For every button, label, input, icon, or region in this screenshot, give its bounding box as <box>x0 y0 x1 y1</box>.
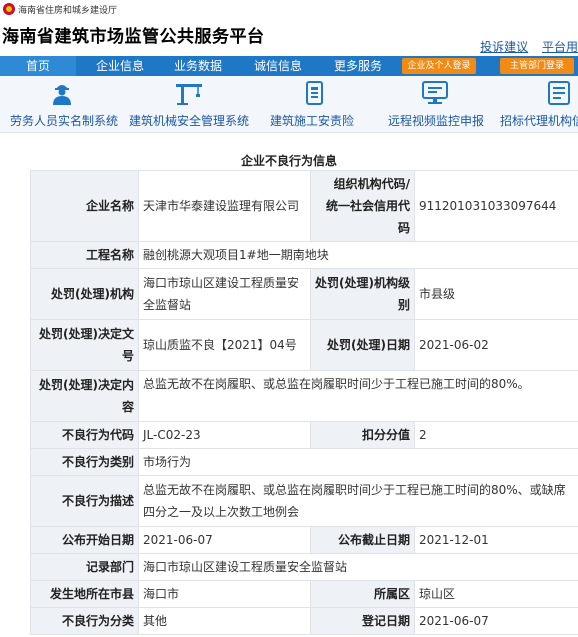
behavior-code-label: 不良行为代码 <box>30 421 139 449</box>
authority-level-label: 处罚(处理)机构级别 <box>310 268 415 320</box>
description-value: 总监无故不在岗履职、或总监在岗履职时间少于工程已施工时间的80%、或缺席四分之一… <box>138 475 578 527</box>
decision-no-label: 处罚(处理)决定文号 <box>30 319 139 371</box>
district-label: 所属区 <box>310 580 415 608</box>
company-name-label: 企业名称 <box>30 170 139 242</box>
org-code-value: 911201031033097644 <box>414 170 578 242</box>
site-title: 海南省建筑市场监管公共服务平台 <box>2 27 265 47</box>
city-value: 海口市 <box>138 580 311 608</box>
register-date-value: 2021-06-07 <box>414 607 578 635</box>
decision-content-label: 处罚(处理)决定内容 <box>30 370 139 422</box>
table-row: 工程名称 融创桃源大观项目1#地一期南地块 <box>30 241 578 269</box>
publish-start-value: 2021-06-07 <box>138 526 311 554</box>
table-row: 不良行为描述 总监无故不在岗履职、或总监在岗履职时间少于工程已施工时间的80%、… <box>30 475 578 527</box>
district-value: 琼山区 <box>414 580 578 608</box>
publish-start-label: 公布开始日期 <box>30 526 139 554</box>
category-label: 不良行为类别 <box>30 448 139 476</box>
authority-level-value: 市县级 <box>414 268 578 320</box>
emblem-icon <box>3 3 15 15</box>
quick-link-label: 劳务人员实名制系统 <box>10 114 119 128</box>
nav-credit-info[interactable]: 诚信信息 <box>248 56 308 76</box>
quick-link-label: 建筑机械安全管理系统 <box>129 114 250 128</box>
quick-link-label: 建筑施工安责险 <box>270 114 355 128</box>
quick-link-construction-insurance[interactable]: 建筑施工安责险 <box>254 76 374 132</box>
city-label: 发生地所在市县 <box>30 580 139 608</box>
top-links: 投诉建议 平台用 <box>470 38 578 55</box>
table-row: 处罚(处理)机构 海口市琼山区建设工程质量安全监督站 处罚(处理)机构级别 市县… <box>30 268 578 320</box>
nav-more-services[interactable]: 更多服务 <box>328 56 388 76</box>
record-dept-value: 海口市琼山区建设工程质量安全监督站 <box>138 553 578 581</box>
table-row: 企业名称 天津市华泰建设监理有限公司 组织机构代码/ 统一社会信用代码 9112… <box>30 170 578 242</box>
register-date-label: 登记日期 <box>310 607 415 635</box>
authority-value: 海口市琼山区建设工程质量安全监督站 <box>138 268 311 320</box>
quick-link-video-monitoring[interactable]: 远程视频监控申报 <box>374 76 494 132</box>
feedback-link[interactable]: 投诉建议 <box>480 40 528 54</box>
monitor-icon <box>422 81 448 104</box>
department-name: 海南省住房和城乡建设厅 <box>18 5 118 16</box>
quick-link-bidding-agency[interactable]: 招标代理机构信 <box>494 76 578 132</box>
table-row: 处罚(处理)决定文号 琼山质监不良【2021】04号 处罚(处理)日期 2021… <box>30 319 578 371</box>
misconduct-info-table: 企业名称 天津市华泰建设监理有限公司 组织机构代码/ 统一社会信用代码 9112… <box>30 170 578 635</box>
table-row: 不良行为分类 其他 登记日期 2021-06-07 <box>30 607 578 635</box>
decision-date-label: 处罚(处理)日期 <box>310 319 415 371</box>
site-header: 海南省住房和城乡建设厅 海南省建筑市场监管公共服务平台 投诉建议 平台用 <box>0 0 578 54</box>
decision-content-value: 总监无故不在岗履职、或总监在岗履职时间少于工程已施工时间的80%。 <box>138 370 578 422</box>
department-logo[interactable]: 海南省住房和城乡建设厅 <box>3 2 117 16</box>
org-code-label-line1: 组织机构代码/ <box>333 177 410 191</box>
publish-end-label: 公布截止日期 <box>310 526 415 554</box>
nav-business-data[interactable]: 业务数据 <box>168 56 228 76</box>
table-row: 记录部门 海口市琼山区建设工程质量安全监督站 <box>30 553 578 581</box>
company-name-value: 天津市华泰建设监理有限公司 <box>138 170 311 242</box>
org-code-label-line2: 统一社会信用代码 <box>325 199 410 235</box>
points-value: 2 <box>414 421 578 449</box>
quick-links-bar: 劳务人员实名制系统 建筑机械安全管理系统 建筑施工安责险 远程视频监控申报 招标… <box>0 76 578 133</box>
category-value: 市场行为 <box>138 448 578 476</box>
platform-user-link[interactable]: 平台用 <box>542 40 578 54</box>
authority-login-button[interactable]: 主管部门登录 <box>500 58 574 74</box>
main-nav: 首页 企业信息 业务数据 诚信信息 更多服务 企业及个人登录 主管部门登录 <box>0 56 578 76</box>
quick-link-machinery-safety[interactable]: 建筑机械安全管理系统 <box>124 76 254 132</box>
insurance-document-icon <box>306 81 323 105</box>
org-code-label: 组织机构代码/ 统一社会信用代码 <box>310 170 415 242</box>
behavior-class-label: 不良行为分类 <box>30 607 139 635</box>
crane-icon <box>176 84 202 105</box>
record-dept-label: 记录部门 <box>30 553 139 581</box>
decision-no-value: 琼山质监不良【2021】04号 <box>138 319 311 371</box>
table-row: 处罚(处理)决定内容 总监无故不在岗履职、或总监在岗履职时间少于工程已施工时间的… <box>30 370 578 422</box>
decision-date-value: 2021-06-02 <box>414 319 578 371</box>
behavior-code-value: JL-C02-23 <box>138 421 311 449</box>
publish-end-value: 2021-12-01 <box>414 526 578 554</box>
table-row: 公布开始日期 2021-06-07 公布截止日期 2021-12-01 <box>30 526 578 554</box>
nav-enterprise-info[interactable]: 企业信息 <box>90 56 150 76</box>
agency-document-icon <box>548 81 570 105</box>
project-label: 工程名称 <box>30 241 139 269</box>
table-row: 不良行为代码 JL-C02-23 扣分分值 2 <box>30 421 578 449</box>
enterprise-login-button[interactable]: 企业及个人登录 <box>402 58 476 74</box>
section-title: 企业不良行为信息 <box>240 154 337 168</box>
quick-link-label: 招标代理机构信 <box>500 114 578 128</box>
nav-home[interactable]: 首页 <box>0 56 76 76</box>
project-value: 融创桃源大观项目1#地一期南地块 <box>138 241 578 269</box>
behavior-class-value: 其他 <box>138 607 311 635</box>
quick-link-label: 远程视频监控申报 <box>388 114 485 128</box>
worker-icon <box>53 85 71 105</box>
description-label: 不良行为描述 <box>30 475 139 527</box>
quick-link-labor-realname[interactable]: 劳务人员实名制系统 <box>0 76 124 132</box>
points-label: 扣分分值 <box>310 421 415 449</box>
authority-label: 处罚(处理)机构 <box>30 268 139 320</box>
table-row: 不良行为类别 市场行为 <box>30 448 578 476</box>
table-row: 发生地所在市县 海口市 所属区 琼山区 <box>30 580 578 608</box>
